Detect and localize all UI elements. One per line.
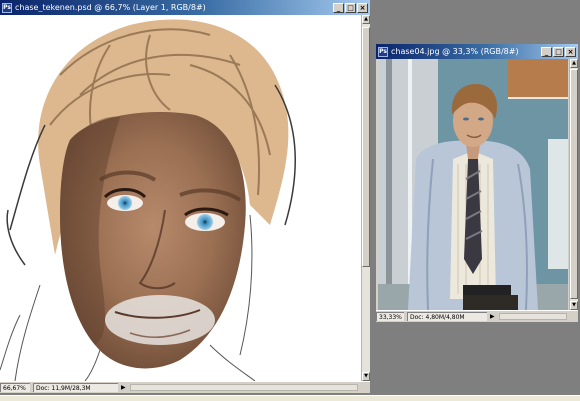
reference-photo-window[interactable]: Ps chase04.jpg @ 33,3% (RGB/8#) _ □ × ▲ … (376, 44, 578, 322)
scroll-up-arrow[interactable]: ▲ (570, 59, 578, 68)
zoom-level-field[interactable]: 33,33% (376, 312, 404, 321)
play-triangle-icon[interactable]: ▶ (490, 312, 495, 321)
maximize-button[interactable]: □ (345, 2, 356, 13)
drawing-window-titlebar[interactable]: Ps chase_tekenen.psd @ 66,7% (Layer 1, R… (0, 0, 370, 15)
face-sketch-painting (0, 19, 296, 381)
close-button[interactable]: × (565, 46, 576, 57)
reference-portrait-image (378, 59, 568, 310)
scroll-thumb[interactable] (362, 27, 370, 267)
reference-photo[interactable] (378, 59, 568, 310)
scroll-down-arrow[interactable]: ▼ (362, 372, 370, 381)
reference-status-bar: 33,33% Doc: 4,80M/4,80M ▶ (376, 310, 578, 322)
taskbar-strip (0, 395, 580, 401)
photoshop-document-icon: Ps (378, 46, 388, 57)
minimize-button[interactable]: _ (541, 46, 552, 57)
scroll-down-arrow[interactable]: ▼ (570, 301, 578, 310)
drawing-horizontal-scrollbar[interactable] (130, 384, 358, 391)
drawing-canvas[interactable] (0, 15, 361, 381)
maximize-button[interactable]: □ (553, 46, 564, 57)
drawing-vertical-scrollbar[interactable]: ▲ ▼ (361, 15, 370, 381)
doc-size-readout: Doc: 4,80M/4,80M (407, 312, 487, 321)
reference-window-titlebar[interactable]: Ps chase04.jpg @ 33,3% (RGB/8#) _ □ × (376, 44, 578, 59)
scroll-thumb[interactable] (570, 69, 578, 299)
drawing-window-title: chase_tekenen.psd @ 66,7% (Layer 1, RGB/… (15, 3, 206, 12)
zoom-level-field[interactable]: 66,67% (0, 383, 30, 392)
drawing-document-window[interactable]: Ps chase_tekenen.psd @ 66,7% (Layer 1, R… (0, 0, 370, 393)
minimize-button[interactable]: _ (333, 2, 344, 13)
scroll-up-arrow[interactable]: ▲ (362, 15, 370, 24)
drawing-status-bar: 66,67% Doc: 11,9M/28,3M ▶ (0, 381, 370, 393)
photoshop-document-icon: Ps (2, 2, 12, 13)
reference-vertical-scrollbar[interactable]: ▲ ▼ (569, 59, 578, 310)
reference-window-title: chase04.jpg @ 33,3% (RGB/8#) (391, 47, 519, 56)
reference-horizontal-scrollbar[interactable] (499, 313, 567, 320)
doc-size-readout: Doc: 11,9M/28,3M (33, 383, 118, 392)
close-button[interactable]: × (357, 2, 368, 13)
play-triangle-icon[interactable]: ▶ (121, 383, 126, 392)
